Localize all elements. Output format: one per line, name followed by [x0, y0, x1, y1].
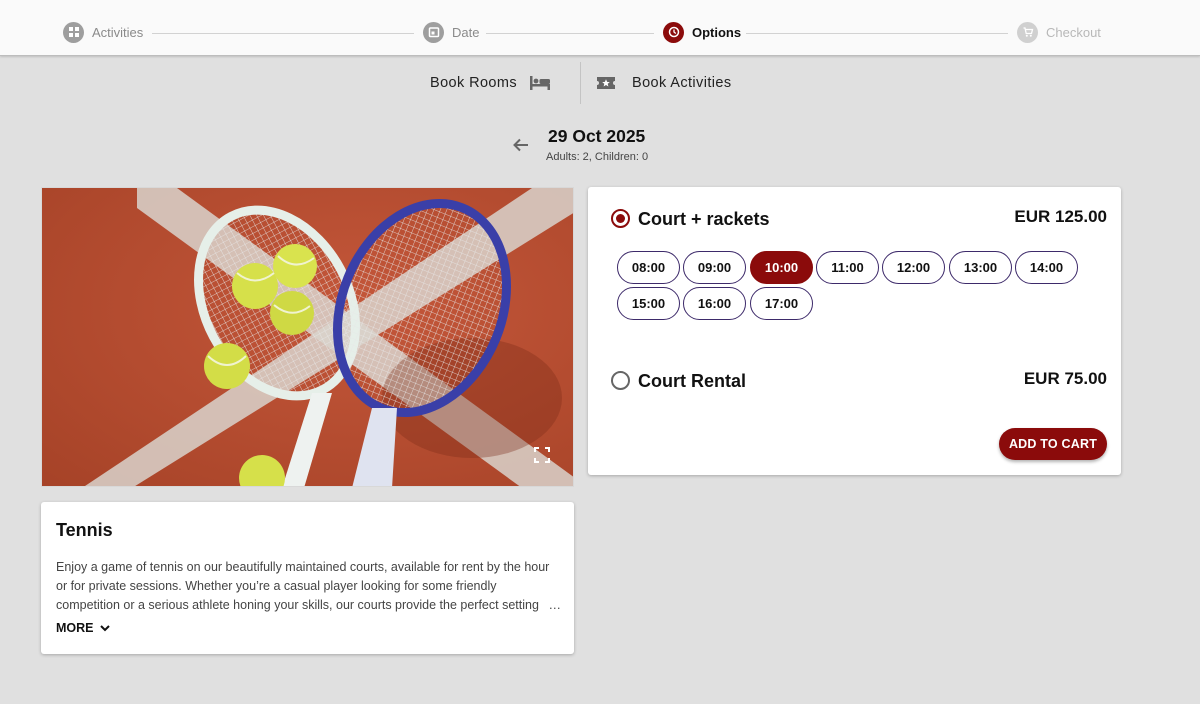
activity-description: Enjoy a game of tennis on our beautifull… [56, 558, 561, 615]
option-radio-court-rental[interactable] [611, 371, 630, 390]
mode-divider [580, 62, 581, 104]
step-date[interactable]: Date [423, 21, 479, 43]
selected-date: 29 Oct 2025 [548, 126, 646, 146]
booking-mode-toggle: Book Rooms Book Activities [0, 60, 1200, 106]
description-text: Enjoy a game of tennis on our beautifull… [56, 560, 550, 612]
option-radio-court-rackets[interactable] [611, 209, 630, 228]
step-connector [746, 33, 1008, 34]
step-options[interactable]: Options [663, 21, 741, 43]
booking-stepper: Activities Date Options Checkout [0, 0, 1200, 56]
cart-icon [1017, 21, 1038, 43]
option-name: Court + rackets [638, 209, 770, 229]
step-activities[interactable]: Activities [63, 21, 143, 43]
bed-icon [530, 76, 551, 90]
calendar-icon [423, 21, 444, 43]
clock-icon [663, 21, 684, 43]
description-ellipsis: … [546, 596, 561, 615]
add-to-cart-button[interactable]: ADD TO CART [999, 428, 1107, 460]
option-price: EUR 75.00 [1023, 369, 1107, 388]
book-rooms-label: Book Rooms [430, 75, 518, 91]
time-slot[interactable]: 11:00 [816, 251, 879, 284]
activity-title: Tennis [56, 520, 113, 540]
time-slot-selected[interactable]: 10:00 [750, 251, 813, 284]
book-activities-button[interactable]: Book Activities [596, 70, 732, 96]
time-slot[interactable]: 15:00 [617, 287, 680, 320]
fullscreen-icon[interactable] [533, 446, 551, 464]
step-connector [486, 33, 654, 34]
option-name: Court Rental [638, 371, 746, 391]
guest-summary: Adults: 2, Children: 0 [546, 151, 649, 163]
more-label: MORE [56, 621, 94, 635]
step-label: Activities [92, 24, 144, 40]
option-price: EUR 125.00 [1014, 207, 1107, 226]
tennis-photo [42, 188, 573, 486]
step-label: Options [692, 24, 742, 40]
time-slot[interactable]: 14:00 [1015, 251, 1078, 284]
time-slot[interactable]: 12:00 [882, 251, 945, 284]
grid-icon [63, 21, 84, 43]
step-label: Date [452, 24, 480, 40]
activity-description-card: Tennis Enjoy a game of tennis on our bea… [41, 502, 574, 654]
back-arrow-icon[interactable] [510, 134, 532, 156]
book-activities-label: Book Activities [632, 75, 732, 91]
time-slot[interactable]: 09:00 [683, 251, 746, 284]
book-rooms-button[interactable]: Book Rooms [430, 70, 551, 96]
activity-image[interactable] [41, 187, 574, 487]
options-card: Court + rackets EUR 125.00 08:00 09:00 1… [588, 187, 1121, 475]
step-checkout: Checkout [1017, 21, 1101, 43]
chevron-down-icon [99, 625, 110, 632]
more-button[interactable]: MORE [56, 621, 112, 635]
time-slot[interactable]: 13:00 [949, 251, 1012, 284]
ticket-icon [597, 77, 615, 89]
time-slot[interactable]: 08:00 [617, 251, 680, 284]
time-slot[interactable]: 16:00 [683, 287, 746, 320]
step-connector [152, 33, 414, 34]
time-slot[interactable]: 17:00 [750, 287, 813, 320]
step-label: Checkout [1046, 24, 1101, 40]
